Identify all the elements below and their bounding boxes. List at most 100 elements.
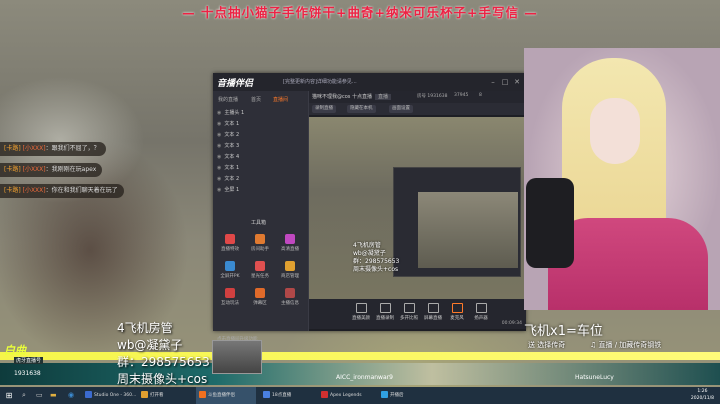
control-label: 直播录制	[376, 316, 394, 321]
cam-watermark: 飞机x1=车位	[524, 324, 603, 339]
control-label: 扬声器	[474, 316, 488, 321]
hide-button[interactable]: 隐藏在本机	[347, 105, 376, 113]
live-preview[interactable]: 4飞机房管 wb@凝黛子 群：298575653 周末摄像头+cos	[309, 117, 526, 299]
eye-icon[interactable]: ◉	[217, 143, 221, 149]
tool-star-task[interactable]: 星光任务	[247, 261, 273, 285]
tool-hd-live[interactable]: 高清直播	[277, 234, 303, 258]
taskbar-app[interactable]: Studio One - 360...	[82, 387, 136, 404]
record-button[interactable]: 录制直播	[312, 105, 336, 113]
app-icon	[321, 391, 328, 398]
app-icon	[141, 391, 148, 398]
room-line: wb@凝黛子	[117, 338, 183, 352]
source-item[interactable]: ◉ 文本 4	[217, 152, 239, 162]
source-item[interactable]: ◉ 文本 3	[217, 141, 239, 151]
maximize-icon[interactable]: □	[500, 77, 510, 87]
overlay-line: wb@凝黛子	[353, 250, 386, 257]
source-item[interactable]: ◉ 文本 2	[217, 130, 239, 140]
control-label: 麦克风	[450, 316, 464, 321]
taskbar-app-active[interactable]: 斗鱼直播伴侣	[196, 387, 256, 404]
tool-shop[interactable]: 商店管理	[277, 261, 303, 285]
tool-danmaku[interactable]: 弹幕区	[247, 288, 273, 312]
eye-icon[interactable]: ◉	[217, 121, 221, 127]
shop-icon	[285, 261, 295, 271]
room-sub-bar: 录制直播 隐藏在本机 画面设置 房号 1931638 37945 8	[309, 93, 526, 115]
minimize-icon[interactable]: –	[488, 77, 498, 87]
tool-streamer-info[interactable]: 主播信息	[277, 288, 303, 312]
taskbar-app[interactable]: 开播后	[378, 387, 424, 404]
player-name: HatsuneLucy	[575, 374, 614, 381]
tool-label: 房间助手	[251, 247, 269, 252]
windows-start-icon[interactable]: ⊞	[2, 387, 16, 404]
taskbar-app[interactable]: 打开看	[138, 387, 182, 404]
task-view-icon[interactable]: ▭	[36, 387, 43, 404]
chat-message: [卡路] [小XXX]：跟我们不屈了，？	[0, 142, 106, 156]
tool-room-helper[interactable]: 房间助手	[247, 234, 273, 258]
compare-icon	[403, 303, 415, 313]
source-item[interactable]: ◉ 文本 1	[217, 119, 239, 129]
tool-label: 全屏开PK	[220, 274, 240, 279]
tool-live-effects[interactable]: 直播特效	[217, 234, 243, 258]
eye-icon[interactable]: ◉	[217, 132, 221, 138]
stream-app-window: 音播伴侣 [完整更新内容]详细功能请参见... – □ ✕ 我的直播 首页 直播…	[213, 73, 529, 342]
screen-live-button[interactable]: 屏幕直播	[421, 303, 445, 321]
taskbar-app-label: 18点直播	[272, 393, 292, 398]
tool-label: 主播信息	[281, 301, 299, 306]
search-icon[interactable]: ⌕	[22, 387, 26, 404]
beauty-icon	[355, 303, 367, 313]
chat-text: 你在和我们聊天着在玩了	[51, 187, 118, 194]
taskbar-app-label: 开播后	[390, 393, 404, 398]
left-panel: 我的直播 首页 直播间 ◉ 主播头 1 ◉ 文本 1 ◉ 文本 2 ◉ 文本 3 ◉ 文本…	[213, 91, 309, 342]
tab-my-live[interactable]: 我的直播	[218, 96, 238, 103]
chat-text: 跟我们不屈了，？	[51, 145, 100, 152]
chat-user: [小XXX]	[22, 145, 46, 152]
tab-live-room[interactable]: 直播间	[273, 96, 288, 103]
hd-icon	[285, 234, 295, 244]
control-label: 多开比照	[400, 316, 418, 321]
screen-settings-button[interactable]: 画面设置	[389, 105, 413, 113]
microphone-button[interactable]: 麦克风	[445, 303, 469, 321]
room-line: 4飞机房管	[117, 321, 173, 335]
yellow-bar	[0, 352, 720, 360]
tool-pk[interactable]: 全屏开PK	[217, 261, 243, 285]
taskbar-app[interactable]: Apex Legends	[318, 387, 376, 404]
eye-icon[interactable]: ◉	[217, 176, 221, 182]
room-line: 周末摄像头+cos	[117, 372, 208, 386]
eye-icon[interactable]: ◉	[217, 110, 221, 116]
microphone-icon	[451, 303, 463, 313]
update-notice[interactable]: [完整更新内容]详细功能请参见...	[283, 78, 357, 85]
chat-text: 我刚刚在玩apex	[51, 166, 97, 173]
info-icon	[285, 288, 295, 298]
chat-user: [小XXX]	[22, 187, 46, 194]
source-item[interactable]: ◉ 主播头 1	[217, 108, 244, 118]
thumbnail-preview	[212, 340, 262, 374]
webcam-feed	[524, 48, 720, 310]
tool-interactive[interactable]: 互动玩法	[217, 288, 243, 312]
room-info-text: 4飞机房管 wb@凝黛子 群：298575653 周末摄像头+cos	[117, 320, 210, 388]
beauty-button[interactable]: 直播美颜	[349, 303, 373, 321]
file-explorer-icon[interactable]: ▬	[50, 387, 57, 404]
record-live-button[interactable]: 直播录制	[373, 303, 397, 321]
cam-caption: 送 选择传奇	[528, 341, 566, 349]
pk-icon	[225, 261, 235, 271]
overlay-line: 群：298575653	[353, 258, 400, 265]
chat-message: [卡路] [小XXX]：你在和我们聊天着在玩了	[0, 184, 124, 198]
source-item[interactable]: ◉ 文本 1	[217, 163, 239, 173]
eye-icon[interactable]: ◉	[217, 154, 221, 160]
browser-icon[interactable]: ◉	[68, 387, 74, 404]
multi-compare-button[interactable]: 多开比照	[397, 303, 421, 321]
taskbar-app[interactable]: 18点直播	[260, 387, 314, 404]
tab-home[interactable]: 首页	[251, 96, 261, 103]
eye-icon[interactable]: ◉	[217, 165, 221, 171]
source-item[interactable]: ◉ 全屏 1	[217, 185, 239, 195]
speaker-button[interactable]: 扬声器	[469, 303, 493, 321]
source-item[interactable]: ◉ 文本 2	[217, 174, 239, 184]
chat-message: [卡路] [小XXX]：我刚刚在玩apex	[0, 163, 103, 177]
live-badge: 直播	[375, 94, 392, 100]
helper-icon	[255, 234, 265, 244]
system-clock[interactable]: 1:26 2020/11/8	[691, 388, 714, 402]
game-icon	[225, 288, 235, 298]
chat-level: [卡路]	[4, 145, 21, 152]
clock-time: 1:26	[697, 389, 708, 394]
close-icon[interactable]: ✕	[512, 77, 522, 87]
eye-icon[interactable]: ◉	[217, 187, 221, 193]
